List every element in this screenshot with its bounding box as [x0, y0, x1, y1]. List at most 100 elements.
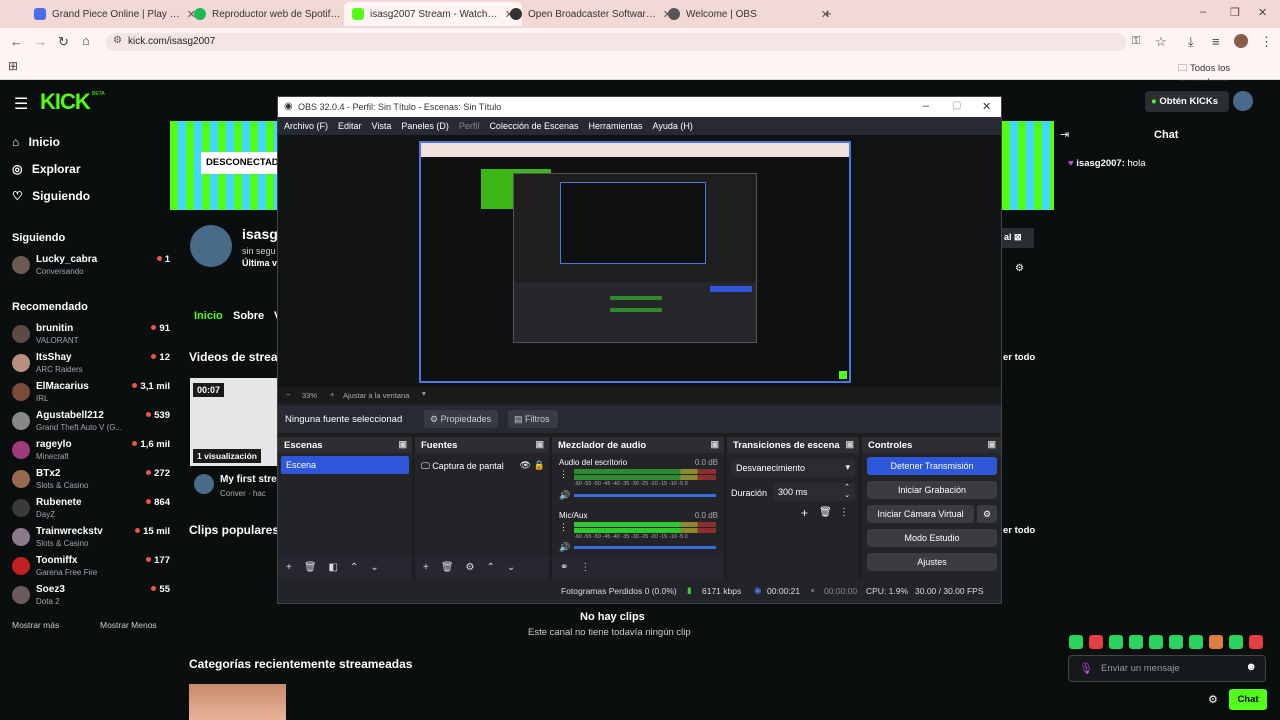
trash-icon[interactable]: 🗑 [441, 562, 454, 573]
browser-tab[interactable]: Grand Piece Online | Play on Kick✕ [26, 2, 204, 26]
kick-logo[interactable]: KICK [40, 89, 91, 115]
emote-icon[interactable] [1169, 635, 1183, 649]
channel-item[interactable]: Rubenete DayZ 864 [12, 495, 170, 523]
nav-explore[interactable]: ◎ Explorar [12, 162, 81, 176]
down-icon[interactable]: ⌄ [370, 562, 378, 573]
profile-avatar[interactable] [1234, 34, 1248, 48]
fit-window-label[interactable]: Ajustar a la ventana [343, 391, 409, 400]
minimize-icon[interactable]: – [923, 100, 929, 112]
channel-item[interactable]: Soez3 Dota 2 55 [12, 582, 170, 610]
filters-button[interactable]: ▤ Filtros [508, 410, 558, 428]
tab-sobre[interactable]: Sobre [233, 310, 264, 322]
menu-ayuda[interactable]: Ayuda (H) [653, 121, 693, 131]
volume-slider[interactable] [574, 494, 716, 497]
zoom-out-icon[interactable]: − [286, 390, 290, 399]
properties-button[interactable]: ⚙ Propiedades [424, 410, 498, 428]
preview-screen-capture[interactable] [419, 141, 851, 383]
channel-avatar[interactable] [190, 225, 232, 267]
up-icon[interactable]: ⌃ [350, 562, 358, 573]
start-recording-button[interactable]: Iniciar Grabación [867, 481, 997, 499]
channel-item[interactable]: rageylo Minecraft 1,6 mil [12, 437, 170, 465]
emote-icon[interactable] [1129, 635, 1143, 649]
forward-icon[interactable]: → [34, 34, 47, 49]
dock-icon[interactable]: ▣ [710, 439, 719, 450]
apps-icon[interactable]: ⊞ [8, 59, 18, 73]
dock-icon[interactable]: ▣ [845, 439, 854, 450]
transition-select[interactable]: Desvanecimiento ▾ [731, 459, 855, 477]
up-icon[interactable]: ⌃ [487, 562, 495, 573]
url-bar[interactable]: ⚙ kick.com/isasg2007 [106, 33, 1126, 51]
bookmark-star-icon[interactable]: ☆ [1155, 34, 1167, 50]
browser-tab-active[interactable]: isasg2007 Stream - Watch Live✕ [344, 2, 522, 26]
channel-item[interactable]: ItsShay ARC Raiders 12 [12, 350, 170, 378]
trash-icon[interactable]: 🗑 [304, 562, 317, 573]
menu-coleccion[interactable]: Colección de Escenas [489, 121, 578, 131]
channel-item[interactable]: brunitin VALORANT 91 [12, 321, 170, 349]
dock-icon[interactable]: ▣ [535, 439, 544, 450]
emote-icon[interactable] [1229, 635, 1243, 649]
menu-perfil[interactable]: Perfil [459, 121, 480, 131]
close-window-icon[interactable]: ✕ [1258, 6, 1267, 19]
collapse-chat-icon[interactable]: ⇥ [1060, 128, 1069, 141]
emote-icon[interactable] [1249, 635, 1263, 649]
emote-icon[interactable] [1109, 635, 1123, 649]
add-icon[interactable]: + [286, 562, 292, 573]
get-kicks-button[interactable]: ● Obtén KICKs [1145, 91, 1229, 112]
download-icon[interactable]: ⤓ [1188, 34, 1194, 50]
browser-tab[interactable]: Reproductor web de Spotify: m✕ [186, 2, 364, 26]
virtual-camera-settings[interactable]: ⚙ [977, 505, 997, 523]
zoom-in-icon[interactable]: + [330, 390, 334, 399]
chevron-down-icon[interactable]: ▾ [422, 389, 426, 398]
lock-icon[interactable]: 🔒 [534, 460, 545, 471]
eye-icon[interactable]: 👁 [520, 460, 531, 471]
minimize-icon[interactable]: – [1200, 6, 1206, 18]
emote-icon[interactable] [1089, 635, 1103, 649]
track-menu-icon[interactable]: ⋮ [559, 469, 568, 480]
channel-item[interactable]: Agustabell212 Grand Theft Auto V (G... 539 [12, 408, 170, 436]
maximize-icon[interactable]: ▢ [952, 100, 961, 111]
channel-name[interactable]: isasg [242, 226, 278, 242]
preview-area[interactable] [278, 135, 1001, 387]
speaker-icon[interactable]: 🔊 [559, 490, 570, 501]
see-all-videos-link[interactable]: er todo [1003, 352, 1035, 363]
menu-archivo[interactable]: Archivo (F) [284, 121, 328, 131]
link-icon[interactable]: ⚭ [560, 562, 568, 573]
category-thumbnail[interactable] [189, 684, 286, 720]
gear-icon[interactable]: ⚙ [466, 562, 475, 573]
trash-icon[interactable]: 🗑 [819, 507, 832, 518]
duration-input[interactable]: 300 ms ⌃ ⌄ [773, 483, 855, 501]
playlist-icon[interactable]: ≡ [1212, 34, 1220, 49]
speaker-icon[interactable]: 🔊 [559, 542, 570, 553]
source-item[interactable]: 🖵 Captura de pantal 👁 🔒 [421, 458, 545, 474]
menu-editar[interactable]: Editar [338, 121, 362, 131]
user-settings-icon[interactable]: ⚙ [1015, 263, 1024, 274]
more-icon[interactable]: ⋮ [580, 562, 590, 573]
mic-icon[interactable]: 🎙 [1079, 662, 1093, 675]
see-all-clips-link[interactable]: er todo [1003, 525, 1035, 536]
menu-vista[interactable]: Vista [372, 121, 392, 131]
virtual-camera-button[interactable]: Iniciar Cámara Virtual [867, 505, 974, 523]
channel-item[interactable]: ElMacarius IRL 3,1 mil [12, 379, 170, 407]
filter-icon[interactable]: ◧ [329, 562, 338, 573]
channel-item[interactable]: Toomiffx Garena Free Fire 177 [12, 553, 170, 581]
emote-icon[interactable] [1149, 635, 1163, 649]
chat-input[interactable]: 🎙 Enviar un mensaje ☻ [1068, 655, 1266, 682]
menu-herramientas[interactable]: Herramientas [589, 121, 643, 131]
volume-slider[interactable] [574, 546, 716, 549]
home-icon[interactable]: ⌂ [82, 33, 90, 48]
emote-icon[interactable] [1189, 635, 1203, 649]
video-title[interactable]: My first strea [220, 474, 282, 485]
down-icon[interactable]: ⌄ [507, 562, 515, 573]
site-settings-icon[interactable]: ⚙ [113, 35, 122, 46]
reload-icon[interactable]: ↻ [58, 34, 69, 50]
chat-side-button[interactable]: al ⊠ [1002, 228, 1034, 248]
channel-item[interactable]: Lucky_cabra Conversando 1 [12, 252, 170, 280]
show-more-link[interactable]: Mostrar más [12, 620, 59, 630]
emoji-icon[interactable]: ☻ [1245, 661, 1257, 673]
scene-item[interactable]: Escena [281, 456, 409, 474]
new-tab-icon[interactable]: + [824, 6, 832, 21]
add-icon[interactable]: + [801, 506, 808, 520]
show-less-link[interactable]: Mostrar Menos [100, 620, 157, 630]
close-icon[interactable]: ✕ [982, 100, 991, 113]
more-icon[interactable]: ⋮ [839, 507, 849, 518]
